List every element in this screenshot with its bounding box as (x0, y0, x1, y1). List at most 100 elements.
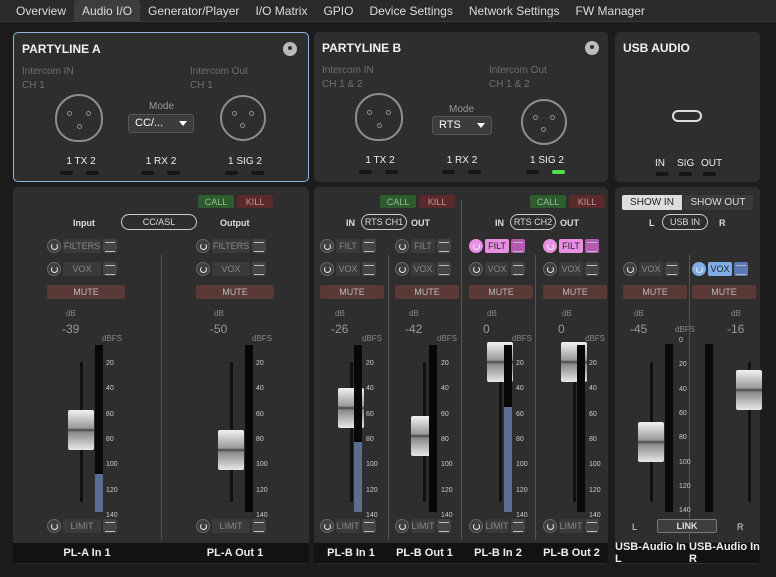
power-icon[interactable] (395, 239, 409, 253)
filter-button[interactable]: FILTERS (63, 239, 101, 253)
power-icon[interactable] (47, 519, 61, 533)
link-button[interactable]: LINK (657, 519, 717, 533)
power-icon[interactable] (469, 262, 483, 276)
vox-button[interactable]: VOX (63, 262, 101, 276)
partyline-a-panel[interactable]: PARTYLINE A Intercom IN CH 1 Intercom Ou… (13, 32, 309, 182)
kill-button[interactable]: KILL (419, 195, 455, 208)
limit-button[interactable]: LIMIT (559, 519, 583, 533)
eq-settings-icon[interactable] (437, 519, 451, 533)
eq-settings-icon[interactable] (103, 262, 117, 276)
eq-settings-icon[interactable] (585, 519, 599, 533)
location-pin-icon[interactable] (283, 42, 297, 56)
mute-button[interactable]: MUTE (196, 285, 274, 299)
vox-button[interactable]: VOX (559, 262, 583, 276)
power-icon[interactable] (196, 262, 210, 276)
cc-asl-toggle[interactable]: CC/ASL (121, 214, 197, 230)
fader-knob[interactable] (68, 410, 94, 450)
eq-settings-icon[interactable] (252, 519, 266, 533)
eq-settings-icon[interactable] (252, 239, 266, 253)
limit-button[interactable]: LIMIT (411, 519, 435, 533)
vox-button[interactable]: VOX (708, 262, 732, 276)
usb-in-toggle[interactable]: USB IN (662, 214, 708, 230)
tab-network-settings[interactable]: Network Settings (461, 0, 568, 21)
partyline-b-panel[interactable]: PARTYLINE B Intercom IN CH 1 & 2 Interco… (314, 32, 608, 182)
power-icon[interactable] (320, 519, 334, 533)
eq-settings-icon[interactable] (103, 239, 117, 253)
tab-overview[interactable]: Overview (8, 0, 74, 21)
call-button[interactable]: CALL (380, 195, 416, 208)
power-icon[interactable] (469, 239, 483, 253)
eq-settings-icon[interactable] (252, 262, 266, 276)
power-icon[interactable] (320, 239, 334, 253)
rts-ch2-toggle[interactable]: RTS CH2 (510, 214, 556, 230)
limit-button[interactable]: LIMIT (485, 519, 509, 533)
eq-settings-icon[interactable] (511, 262, 525, 276)
filter-button[interactable]: FILT (559, 239, 583, 253)
power-icon[interactable] (543, 239, 557, 253)
mute-button[interactable]: MUTE (623, 285, 687, 299)
power-icon[interactable] (395, 262, 409, 276)
mute-button[interactable]: MUTE (395, 285, 459, 299)
filter-button[interactable]: FILT (411, 239, 435, 253)
filter-button[interactable]: FILT (336, 239, 360, 253)
power-icon[interactable] (320, 262, 334, 276)
show-in-button[interactable]: SHOW IN (622, 195, 682, 210)
power-icon[interactable] (196, 519, 210, 533)
eq-settings-icon[interactable] (511, 519, 525, 533)
tab-io-matrix[interactable]: I/O Matrix (247, 0, 315, 21)
rts-ch1-toggle[interactable]: RTS CH1 (361, 214, 407, 230)
eq-settings-icon[interactable] (103, 519, 117, 533)
filter-button[interactable]: FILT (485, 239, 509, 253)
vox-button[interactable]: VOX (485, 262, 509, 276)
mode-select[interactable]: RTS (432, 116, 492, 135)
eq-settings-icon[interactable] (362, 262, 376, 276)
limit-button[interactable]: LIMIT (63, 519, 101, 533)
eq-settings-icon[interactable] (585, 239, 599, 253)
tab-audio-io[interactable]: Audio I/O (74, 0, 141, 21)
fader-knob[interactable] (638, 422, 664, 462)
eq-settings-icon[interactable] (585, 262, 599, 276)
eq-settings-icon[interactable] (437, 262, 451, 276)
power-icon[interactable] (543, 262, 557, 276)
vox-button[interactable]: VOX (411, 262, 435, 276)
tab-generator-player[interactable]: Generator/Player (140, 0, 247, 21)
usb-audio-panel[interactable]: USB AUDIO IN SIG OUT (615, 32, 760, 182)
tab-fw-manager[interactable]: FW Manager (568, 0, 653, 21)
power-icon[interactable] (395, 519, 409, 533)
eq-settings-icon[interactable] (665, 262, 679, 276)
power-icon[interactable] (692, 262, 706, 276)
tab-device-settings[interactable]: Device Settings (361, 0, 460, 21)
mute-button[interactable]: MUTE (543, 285, 607, 299)
power-icon[interactable] (47, 239, 61, 253)
fader-knob[interactable] (736, 370, 762, 410)
vox-button[interactable]: VOX (212, 262, 250, 276)
mode-select[interactable]: CC/... (128, 114, 194, 133)
power-icon[interactable] (47, 262, 61, 276)
eq-settings-icon[interactable] (362, 519, 376, 533)
mute-button[interactable]: MUTE (320, 285, 384, 299)
limit-button[interactable]: LIMIT (336, 519, 360, 533)
power-icon[interactable] (469, 519, 483, 533)
tab-gpio[interactable]: GPIO (315, 0, 361, 21)
eq-settings-icon[interactable] (362, 239, 376, 253)
vox-button[interactable]: VOX (336, 262, 360, 276)
call-button[interactable]: CALL (530, 195, 566, 208)
mute-button[interactable]: MUTE (47, 285, 125, 299)
power-icon[interactable] (196, 239, 210, 253)
vox-button[interactable]: VOX (639, 262, 663, 276)
power-icon[interactable] (623, 262, 637, 276)
eq-settings-icon[interactable] (437, 239, 451, 253)
fader-knob[interactable] (218, 430, 244, 470)
kill-button[interactable]: KILL (569, 195, 605, 208)
mute-button[interactable]: MUTE (469, 285, 533, 299)
eq-settings-icon[interactable] (734, 262, 748, 276)
location-pin-icon[interactable] (585, 41, 599, 55)
call-button[interactable]: CALL (198, 195, 234, 208)
limit-button[interactable]: LIMIT (212, 519, 250, 533)
mute-button[interactable]: MUTE (692, 285, 756, 299)
show-out-button[interactable]: SHOW OUT (683, 195, 753, 210)
filter-button[interactable]: FILTERS (212, 239, 250, 253)
eq-settings-icon[interactable] (511, 239, 525, 253)
power-icon[interactable] (543, 519, 557, 533)
kill-button[interactable]: KILL (237, 195, 273, 208)
